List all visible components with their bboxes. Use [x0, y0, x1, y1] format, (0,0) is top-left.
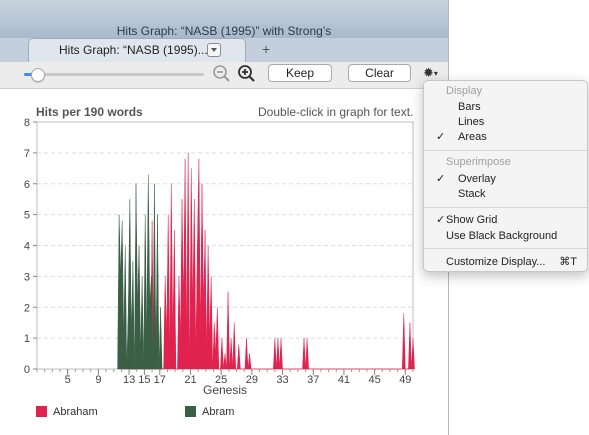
menu-item-label: Areas [458, 131, 487, 143]
menu-header-display: Display [446, 85, 483, 97]
y-tick-label: 5 [24, 210, 30, 222]
x-tick-label: 41 [338, 374, 350, 386]
menu-item-label: Stack [458, 188, 486, 200]
menu-item-label: Lines [458, 116, 485, 128]
menu-item-shortcut: ⌘T [559, 256, 577, 268]
menu-item-label: Customize Display... [446, 256, 546, 268]
y-tick-label: 3 [24, 271, 30, 283]
x-axis-label: Genesis [203, 383, 247, 397]
menu-header-superimpose: Superimpose [446, 156, 511, 168]
menu-item-customize-display[interactable]: Customize Display... ⌘T [424, 254, 587, 270]
y-tick-label: 1 [24, 333, 30, 345]
y-tick-label: 6 [24, 179, 30, 191]
y-tick-label: 0 [24, 364, 30, 376]
menu-item-show-grid[interactable]: ✓ Show Grid [424, 212, 587, 228]
legend-label: Abram [202, 406, 235, 418]
menu-item-areas[interactable]: ✓ Areas [424, 129, 587, 145]
checkmark-icon: ✓ [436, 131, 446, 143]
x-tick-label: 15 [138, 374, 150, 386]
y-tick-label: 4 [24, 241, 30, 253]
menu-separator [424, 248, 587, 249]
series-area-abraham [119, 152, 415, 370]
x-tick-label: 5 [65, 374, 71, 386]
hits-chart[interactable]: 0123456785 9 13 15 17 21 25 29 33 37 41 45 49Genesis [0, 0, 448, 435]
menu-item-label: Show Grid [446, 214, 498, 226]
menu-item-overlay[interactable]: ✓ Overlay [424, 171, 587, 187]
legend-item-abraham: Abraham [36, 406, 98, 418]
menu-item-bars[interactable]: Bars [424, 99, 587, 115]
x-tick-label: 49 [399, 374, 411, 386]
checkmark-icon: ✓ [436, 173, 446, 185]
x-tick-label: 33 [276, 374, 288, 386]
menu-item-black-background[interactable]: Use Black Background [424, 228, 587, 244]
checkmark-icon: ✓ [436, 214, 446, 226]
y-tick-label: 7 [24, 148, 30, 160]
x-tick-label: 9 [95, 374, 101, 386]
menu-item-stack[interactable]: Stack [424, 186, 587, 202]
series-area-abram [117, 174, 163, 370]
legend-swatch [36, 406, 47, 417]
menu-item-label: Use Black Background [446, 230, 558, 242]
hits-graph-window: Hits Graph: “NASB (1995)” with Strong’s … [0, 0, 449, 435]
legend-swatch [185, 406, 196, 417]
legend-label: Abraham [53, 406, 98, 418]
x-tick-label: 17 [154, 374, 166, 386]
legend-item-abram: Abram [185, 406, 234, 418]
x-tick-label: 37 [307, 374, 319, 386]
y-tick-label: 8 [24, 117, 30, 129]
x-tick-label: 29 [246, 374, 258, 386]
menu-item-label: Overlay [458, 173, 496, 185]
x-tick-label: 21 [184, 374, 196, 386]
menu-separator [424, 207, 587, 208]
x-tick-label: 13 [123, 374, 135, 386]
menu-item-label: Bars [458, 101, 481, 113]
menu-separator [424, 150, 587, 151]
display-options-menu: Display Bars Lines ✓ Areas Superimpose ✓… [423, 80, 588, 272]
menu-item-lines[interactable]: Lines [424, 114, 587, 130]
x-tick-label: 45 [369, 374, 381, 386]
y-tick-label: 2 [24, 302, 30, 314]
